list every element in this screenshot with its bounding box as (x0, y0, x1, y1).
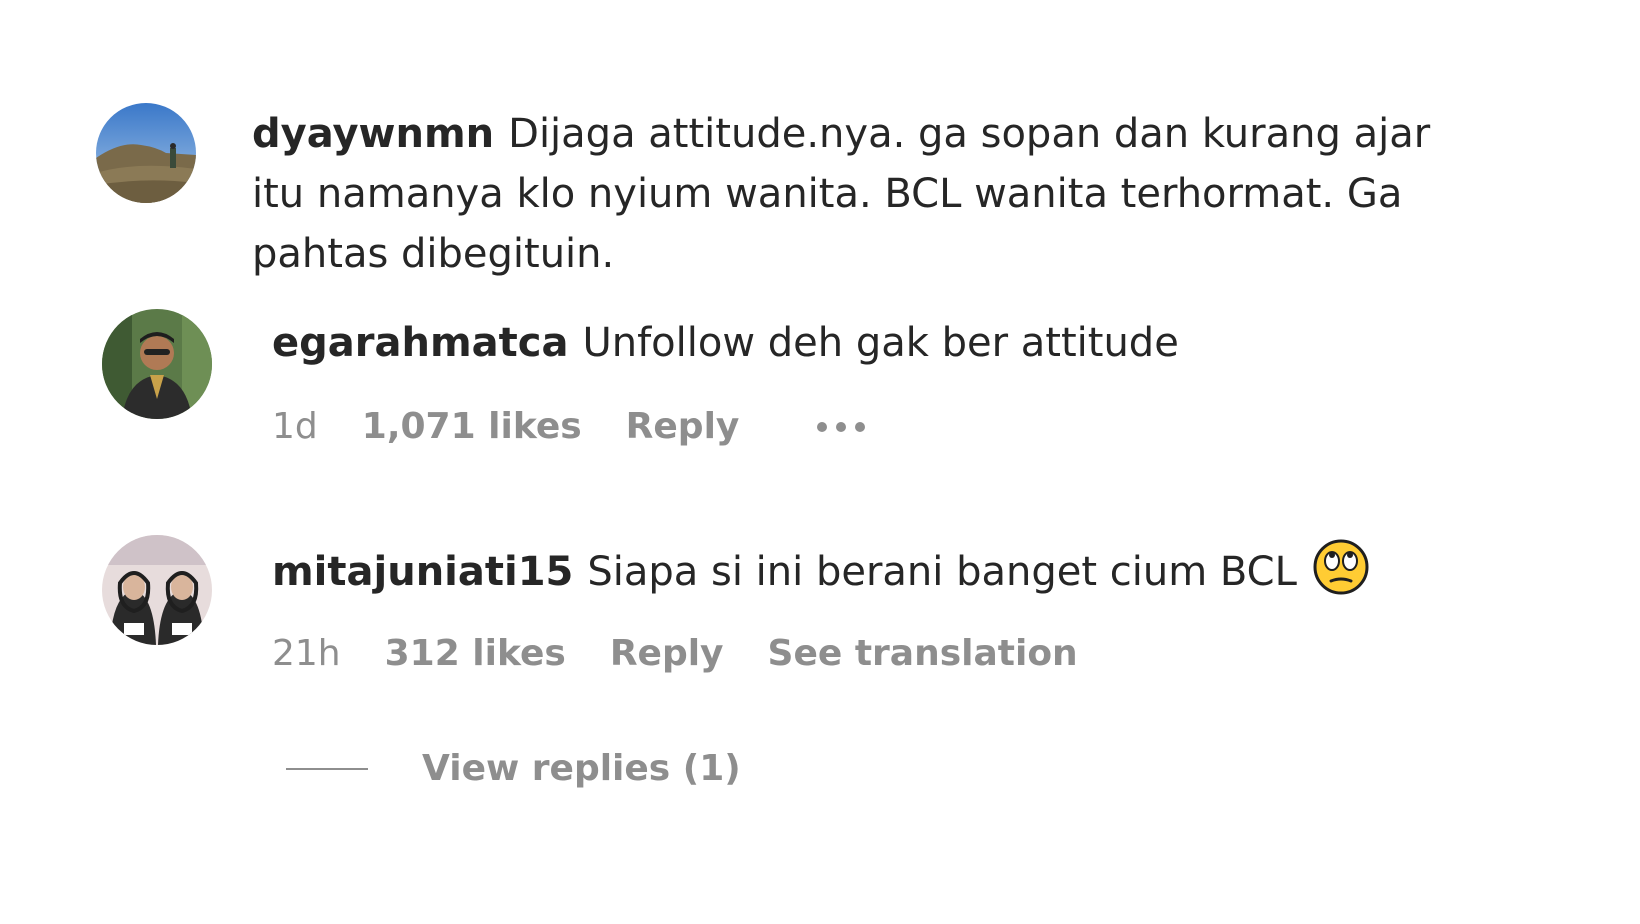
comment-body: Siapa si ini berani banget cium BCL (587, 549, 1297, 595)
dot (836, 421, 847, 432)
view-replies-button[interactable]: View replies (1) (286, 748, 741, 789)
comment-text-block: mitajuniati15 Siapa si ini berani banget … (272, 539, 1522, 602)
comment-text-block: dyaywnmn Dijaga attitude.nya. ga sopan da… (252, 104, 1452, 284)
avatar[interactable] (102, 309, 212, 419)
comment-meta: 1d 1,071 likes Reply (272, 406, 866, 447)
likes-count[interactable]: 312 likes (385, 633, 566, 674)
comment-username[interactable]: egarahmatca (272, 320, 568, 366)
likes-count[interactable]: 1,071 likes (362, 406, 582, 447)
comment-username[interactable]: mitajuniati15 (272, 549, 573, 595)
eye-roll-emoji-icon (1313, 539, 1369, 595)
dot (817, 421, 828, 432)
reply-button[interactable]: Reply (626, 406, 740, 447)
avatar[interactable] (96, 103, 196, 203)
avatar-two-people-image (102, 535, 212, 645)
comment-username[interactable]: dyaywnmn (252, 111, 494, 157)
avatar-person-image (102, 309, 212, 419)
avatar-mountain-image (96, 103, 196, 203)
dot (855, 421, 866, 432)
comment-body: Unfollow deh gak ber attitude (582, 320, 1179, 366)
replies-divider-line (286, 767, 368, 770)
see-translation-button[interactable]: See translation (768, 633, 1078, 674)
comment-meta: 21h 312 likes Reply See translation (272, 633, 1078, 674)
comment-text-block: egarahmatca Unfollow deh gak ber attitude (272, 313, 1522, 373)
comment-time[interactable]: 21h (272, 633, 341, 674)
comment-time[interactable]: 1d (272, 406, 318, 447)
view-replies-label: View replies (1) (422, 748, 741, 789)
avatar[interactable] (102, 535, 212, 645)
reply-button[interactable]: Reply (610, 633, 724, 674)
more-options-icon[interactable] (817, 421, 866, 432)
